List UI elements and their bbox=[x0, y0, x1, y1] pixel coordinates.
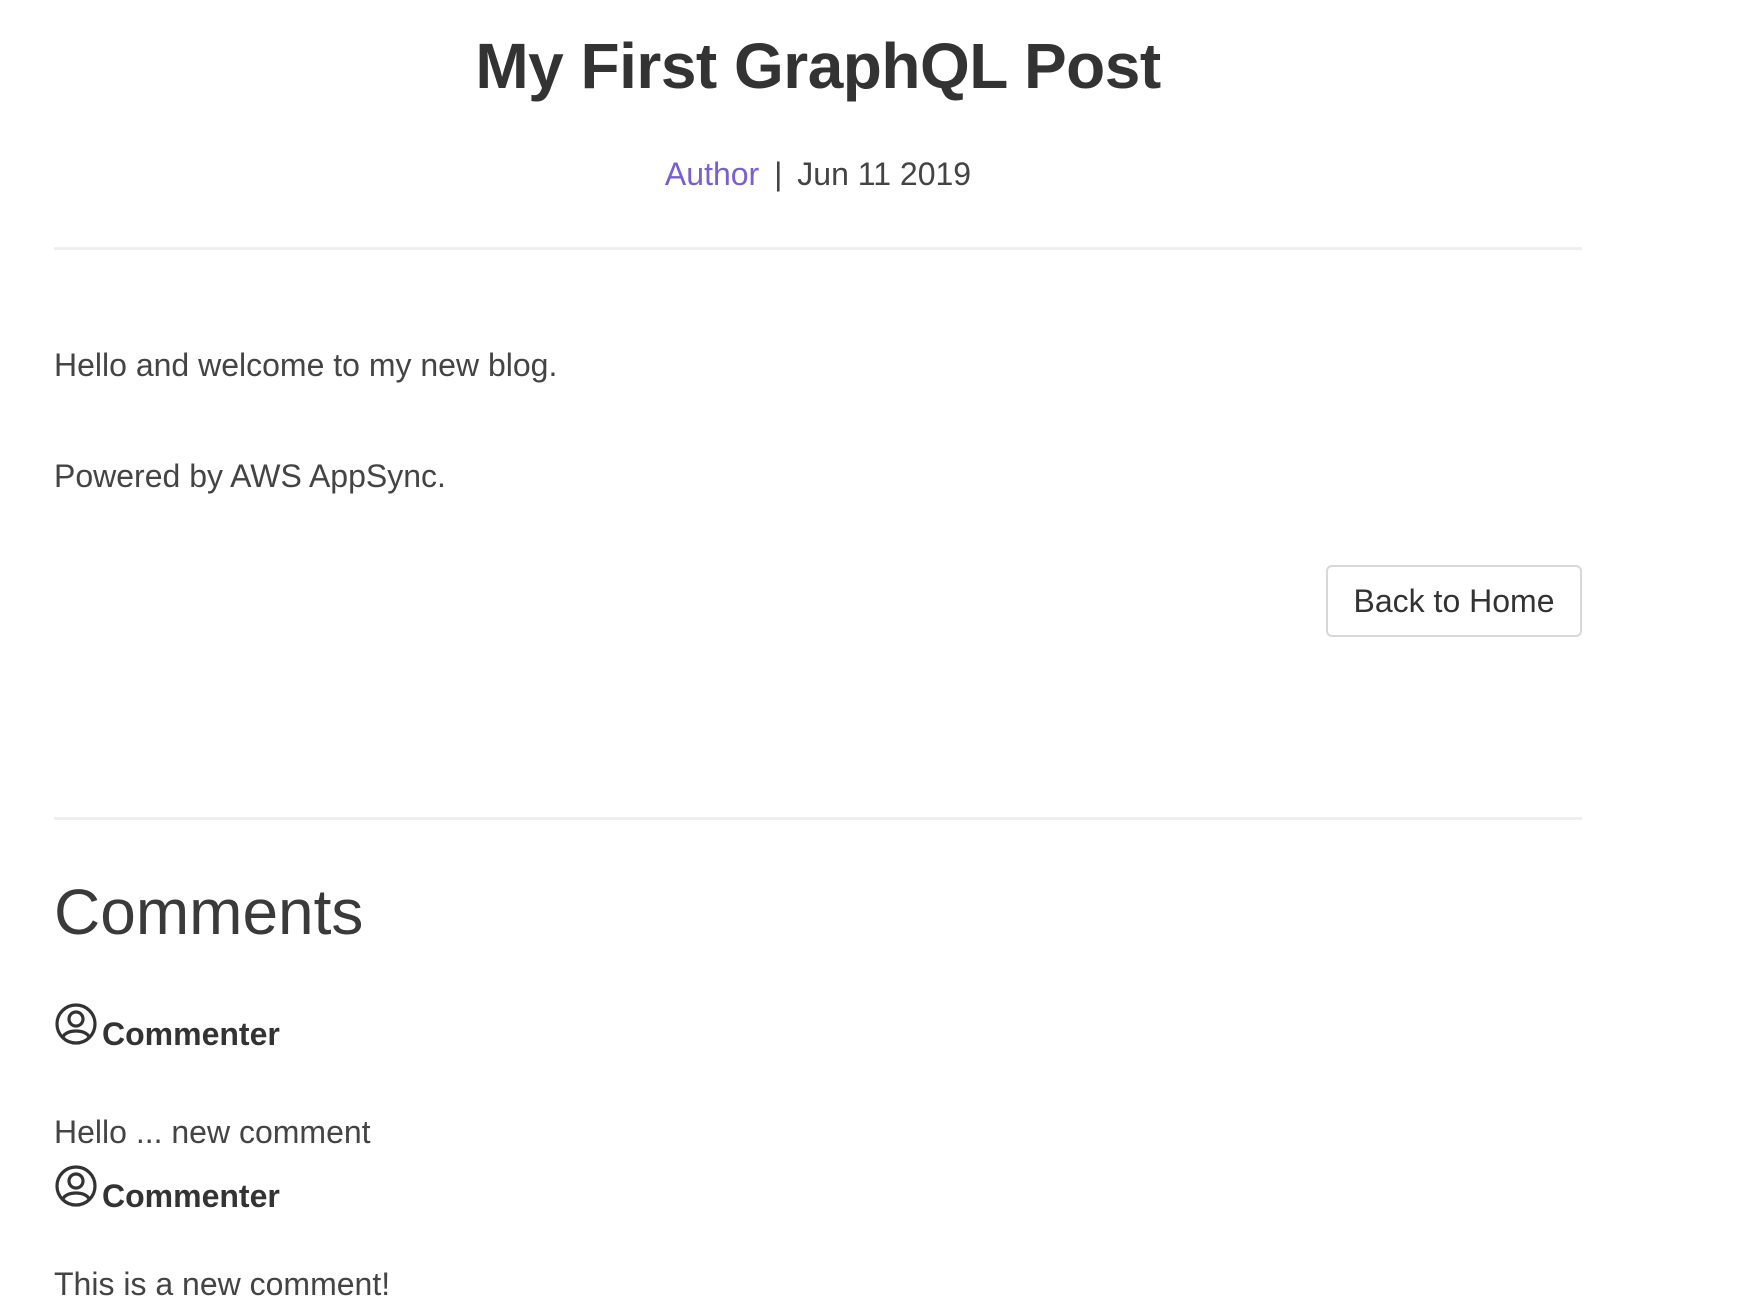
author-link[interactable]: Author bbox=[665, 156, 759, 192]
header-divider bbox=[54, 247, 1582, 250]
post-meta: Author | Jun 11 2019 bbox=[54, 154, 1582, 194]
comment-text: Hello ... new comment bbox=[54, 1114, 371, 1150]
comments-divider bbox=[54, 817, 1582, 820]
comment-header: Commenter bbox=[54, 1164, 1582, 1220]
post-actions: Back to Home bbox=[54, 565, 1582, 637]
comment-text: This is a new comment! bbox=[54, 1266, 391, 1302]
user-circle-icon bbox=[55, 1165, 97, 1207]
meta-separator: | bbox=[774, 156, 783, 192]
commenter-name: Commenter bbox=[102, 1178, 280, 1214]
post-title: My First GraphQL Post bbox=[475, 30, 1161, 102]
back-to-home-button[interactable]: Back to Home bbox=[1326, 565, 1582, 637]
commenter-name: Commenter bbox=[102, 1016, 280, 1052]
comment-item: Commenter Hello ... new comment bbox=[54, 1002, 1582, 1152]
post-paragraph: Powered by AWS AppSync. bbox=[54, 458, 446, 494]
post-paragraph: Hello and welcome to my new blog. bbox=[54, 347, 558, 383]
post-date: Jun 11 2019 bbox=[797, 156, 972, 192]
user-circle-icon bbox=[55, 1003, 97, 1045]
post-body: Hello and welcome to my new blog. Powere… bbox=[54, 345, 1582, 496]
comment-header: Commenter bbox=[54, 1002, 1582, 1058]
post-page: My First GraphQL Post Author | Jun 11 20… bbox=[54, 0, 1582, 1304]
comments-heading: Comments bbox=[54, 876, 364, 948]
comment-item: Commenter This is a new comment! bbox=[54, 1164, 1582, 1304]
